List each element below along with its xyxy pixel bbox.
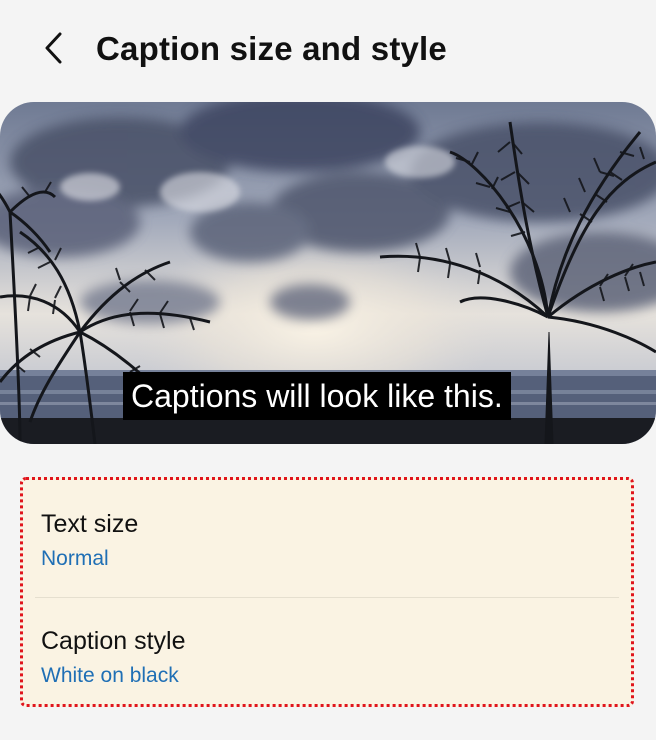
caption-style-value: White on black bbox=[41, 664, 179, 687]
caption-settings-card: Text size Normal Caption style White on … bbox=[20, 477, 634, 707]
text-size-value: Normal bbox=[41, 547, 109, 570]
back-button[interactable] bbox=[30, 24, 78, 72]
app-bar: Caption size and style bbox=[0, 0, 656, 100]
chevron-left-icon bbox=[45, 32, 62, 64]
caption-sample-text: Captions will look like this. bbox=[123, 372, 511, 420]
caption-preview-image: Captions will look like this. bbox=[0, 102, 656, 444]
text-size-label: Text size bbox=[41, 510, 139, 538]
screen: Caption size and style Captions will loo… bbox=[0, 0, 656, 740]
text-size-setting[interactable]: Text size Normal bbox=[23, 480, 631, 594]
caption-style-label: Caption style bbox=[41, 627, 186, 655]
page-title: Caption size and style bbox=[96, 30, 447, 67]
caption-style-setting[interactable]: Caption style White on black bbox=[23, 598, 631, 712]
